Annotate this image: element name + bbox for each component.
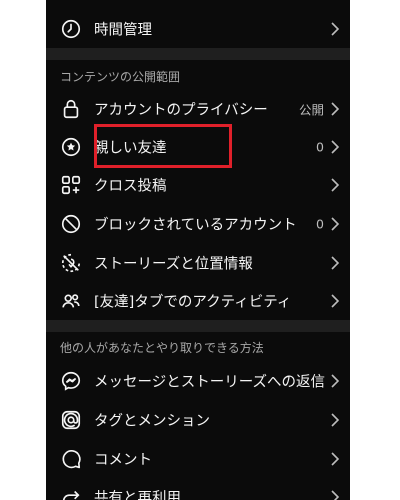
account-privacy-row[interactable]: アカウントのプライバシー 公開 bbox=[46, 90, 350, 128]
block-icon bbox=[60, 213, 82, 235]
close-friends-row[interactable]: 親しい友達 0 bbox=[46, 128, 350, 166]
section-title-interactions: 他の人があなたとやり取りできる方法 bbox=[60, 341, 264, 355]
account-privacy-value: 公開 bbox=[298, 102, 324, 118]
time-management-label: 時間管理 bbox=[94, 22, 152, 39]
story-location-icon bbox=[60, 252, 82, 274]
chevron-right-icon bbox=[330, 101, 340, 117]
messages-replies-row[interactable]: メッセージとストーリーズへの返信 bbox=[46, 362, 350, 400]
blocked-accounts-label: ブロックされているアカウント bbox=[94, 217, 297, 234]
share-icon bbox=[60, 486, 82, 500]
chevron-right-icon bbox=[330, 412, 340, 428]
cross-posting-label: クロス投稿 bbox=[94, 178, 167, 195]
stories-location-label: ストーリーズと位置情報 bbox=[94, 256, 253, 273]
section-title-content-visibility: コンテンツの公開範囲 bbox=[60, 70, 181, 84]
chevron-right-icon bbox=[330, 255, 340, 271]
tags-mentions-row[interactable]: タグとメンション bbox=[46, 401, 350, 439]
friends-tab-activity-row[interactable]: [友達]タブでのアクティビティ bbox=[46, 282, 350, 320]
chevron-right-icon bbox=[330, 139, 340, 155]
comments-row[interactable]: コメント bbox=[46, 440, 350, 478]
at-sign-icon bbox=[60, 409, 82, 431]
sharing-reuse-row[interactable]: 共有と再利用 bbox=[46, 478, 350, 500]
tags-mentions-label: タグとメンション bbox=[94, 413, 210, 430]
account-privacy-label: アカウントのプライバシー bbox=[94, 102, 268, 119]
chevron-right-icon bbox=[330, 21, 340, 37]
close-friends-label: 親しい友達 bbox=[94, 140, 167, 157]
chevron-right-icon bbox=[330, 216, 340, 232]
stories-location-row[interactable]: ストーリーズと位置情報 bbox=[46, 244, 350, 282]
cross-posting-row[interactable]: クロス投稿 bbox=[46, 166, 350, 204]
friends-tab-activity-label: [友達]タブでのアクティビティ bbox=[94, 294, 292, 311]
blocked-accounts-count: 0 bbox=[316, 216, 324, 232]
chevron-right-icon bbox=[330, 293, 340, 309]
close-friends-star-icon bbox=[60, 136, 82, 158]
messenger-icon bbox=[60, 370, 82, 392]
lock-icon bbox=[60, 98, 82, 120]
cross-post-icon bbox=[60, 174, 82, 196]
close-friends-count: 0 bbox=[316, 139, 324, 155]
comments-label: コメント bbox=[94, 452, 152, 469]
clock-icon bbox=[60, 18, 82, 40]
settings-screen: 時間管理 コンテンツの公開範囲 アカウントのプライバシー 公開 親しい友達 0 bbox=[46, 0, 350, 500]
sharing-reuse-label: 共有と再利用 bbox=[94, 490, 181, 500]
blocked-accounts-row[interactable]: ブロックされているアカウント 0 bbox=[46, 205, 350, 243]
divider bbox=[46, 320, 350, 332]
time-management-row[interactable]: 時間管理 bbox=[46, 10, 350, 48]
comment-icon bbox=[60, 448, 82, 470]
chevron-right-icon bbox=[330, 451, 340, 467]
chevron-right-icon bbox=[330, 177, 340, 193]
chevron-right-icon bbox=[330, 489, 340, 500]
divider bbox=[46, 48, 350, 60]
messages-replies-label: メッセージとストーリーズへの返信 bbox=[94, 374, 325, 391]
friends-icon bbox=[60, 290, 82, 312]
chevron-right-icon bbox=[330, 373, 340, 389]
